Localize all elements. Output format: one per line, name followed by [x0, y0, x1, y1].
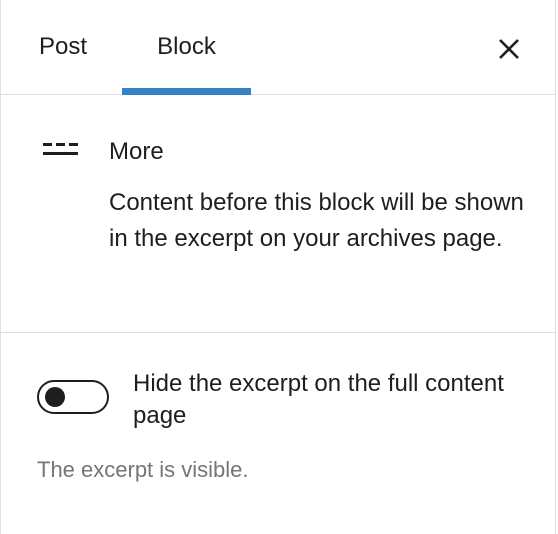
tab-post-label: Post	[38, 32, 88, 60]
more-block-icon	[43, 143, 78, 155]
tab-block[interactable]: Block	[122, 0, 251, 95]
toggle-knob	[45, 387, 65, 407]
toggle-help-text: The excerpt is visible.	[37, 457, 249, 482]
close-icon	[499, 39, 519, 59]
sidebar-tabs: Post Block	[1, 0, 555, 95]
tab-post[interactable]: Post	[19, 0, 107, 95]
block-title: More	[109, 138, 164, 165]
block-description: Content before this block will be shown …	[109, 189, 524, 252]
active-tab-indicator	[122, 88, 251, 95]
close-sidebar-button[interactable]	[487, 27, 531, 71]
hide-excerpt-toggle[interactable]	[37, 380, 109, 414]
block-settings-panel: Hide the excerpt on the full content pag…	[1, 333, 555, 534]
hide-excerpt-toggle-label[interactable]: Hide the excerpt on the full content pag…	[133, 368, 533, 432]
block-card: More Content before this block will be s…	[1, 95, 555, 333]
tab-block-label: Block	[157, 32, 216, 60]
block-settings-sidebar: Post Block More Content before this bloc…	[0, 0, 556, 534]
